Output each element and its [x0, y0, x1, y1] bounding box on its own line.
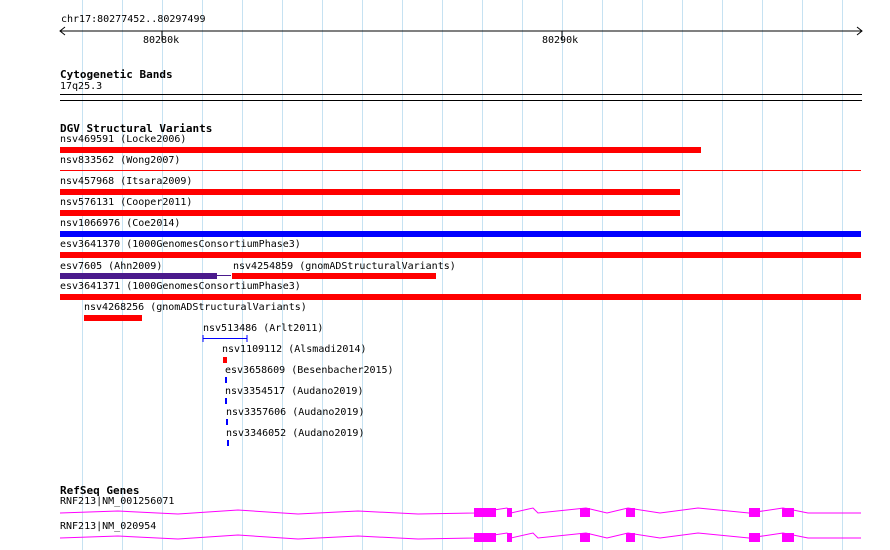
- variant-bar[interactable]: [225, 398, 227, 404]
- gridline: [842, 0, 843, 550]
- gridline: [682, 0, 683, 550]
- variant-bar[interactable]: [60, 252, 861, 258]
- variant-label: nsv4268256 (gnomADStructuralVariants): [84, 302, 307, 313]
- ruler-axis: [59, 26, 863, 41]
- gene-model[interactable]: [58, 530, 864, 546]
- variant-connector: [217, 275, 231, 276]
- gridline: [442, 0, 443, 550]
- variant-bar[interactable]: [60, 273, 217, 279]
- genome-browser-view: chr17:80277452..80297499 80280k 80290k C…: [0, 0, 890, 550]
- variant-label: esv3641371 (1000GenomesConsortiumPhase3): [60, 281, 301, 292]
- gridline: [482, 0, 483, 550]
- gridline: [642, 0, 643, 550]
- gridline: [602, 0, 603, 550]
- cytoband-bar[interactable]: [60, 94, 862, 95]
- variant-label: nsv1109112 (Alsmadi2014): [222, 344, 367, 355]
- variant-bar[interactable]: [60, 231, 861, 237]
- variant-bar[interactable]: [232, 273, 436, 279]
- variant-bar[interactable]: [60, 189, 680, 195]
- ruler-tick-label: 80280k: [143, 35, 180, 46]
- variant-label: nsv1066976 (Coe2014): [60, 218, 181, 229]
- variant-label: nsv3357606 (Audano2019): [226, 407, 365, 418]
- variant-bar[interactable]: [227, 440, 229, 446]
- variant-bar[interactable]: [60, 294, 861, 300]
- variant-label: nsv457968 (Itsara2009): [60, 176, 193, 187]
- gridline: [522, 0, 523, 550]
- variant-label: nsv833562 (Wong2007): [60, 155, 181, 166]
- track-divider: [60, 100, 862, 101]
- variant-label: nsv3346052 (Audano2019): [226, 428, 365, 439]
- variant-label: esv3658609 (Besenbacher2015): [225, 365, 394, 376]
- gridline: [762, 0, 763, 550]
- variant-label: nsv3354517 (Audano2019): [225, 386, 364, 397]
- variant-label: nsv576131 (Cooper2011): [60, 197, 193, 208]
- cytoband-label: 17q25.3: [60, 81, 103, 92]
- variant-bar[interactable]: [84, 315, 142, 321]
- ruler-tick-label: 80290k: [542, 35, 579, 46]
- variant-label: nsv469591 (Locke2006): [60, 134, 187, 145]
- gridline: [562, 0, 563, 550]
- track-title: Cytogenetic Bands: [60, 68, 173, 81]
- variant-label: esv7605 (Ahn2009): [60, 261, 163, 272]
- variant-bar[interactable]: [60, 170, 861, 171]
- variant-bar[interactable]: [60, 147, 701, 153]
- variant-bar[interactable]: [225, 377, 227, 383]
- variant-bar[interactable]: [60, 210, 680, 216]
- variant-bar[interactable]: [223, 357, 227, 363]
- gridline: [722, 0, 723, 550]
- variant-label: nsv4254859 (gnomADStructuralVariants): [233, 261, 456, 272]
- variant-bar[interactable]: [226, 419, 228, 425]
- variant-bar[interactable]: [202, 334, 248, 343]
- gene-model[interactable]: [58, 505, 864, 521]
- variant-label: esv3641370 (1000GenomesConsortiumPhase3): [60, 239, 301, 250]
- gridline: [802, 0, 803, 550]
